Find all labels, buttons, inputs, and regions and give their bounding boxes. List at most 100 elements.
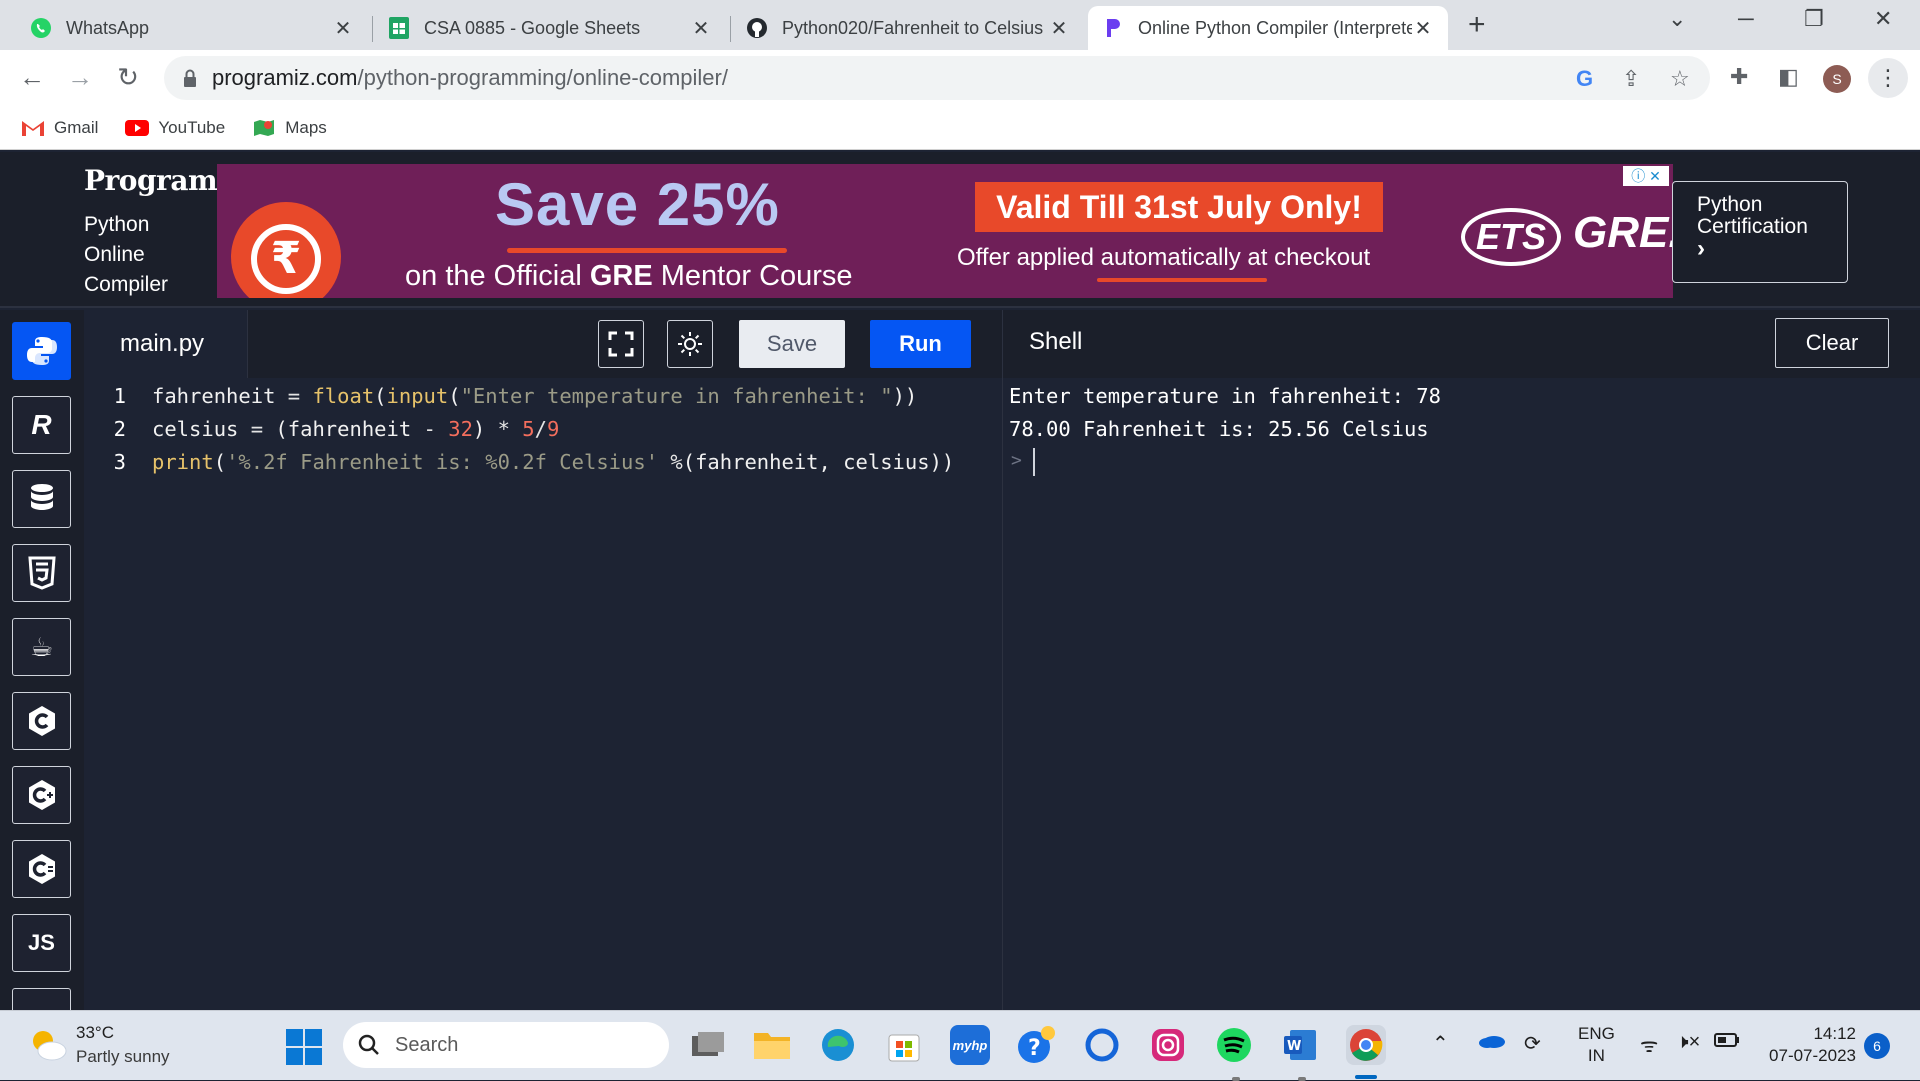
page-subtitle: Python Online Compiler	[84, 210, 168, 300]
theme-toggle-button[interactable]	[667, 320, 713, 368]
browser-tab-bar: WhatsApp ✕ CSA 0885 - Google Sheets ✕ Py…	[0, 0, 1920, 50]
spotify-icon[interactable]	[1214, 1025, 1254, 1065]
profile-avatar[interactable]: S	[1823, 65, 1851, 93]
word-icon[interactable]: W	[1280, 1025, 1320, 1065]
sidebar-item-js[interactable]: JS	[12, 914, 71, 972]
running-app-indicator	[1298, 1077, 1306, 1081]
shell-output-line: 78.00 Fahrenheit is: 25.56 Celsius	[1009, 417, 1429, 441]
svg-text:?: ?	[1028, 1036, 1041, 1061]
side-panel-icon[interactable]: ◧	[1778, 64, 1799, 90]
advertisement-banner[interactable]: ₹ Save 25% on the Official GRE Mentor Co…	[217, 164, 1673, 298]
taskbar-search[interactable]: Search	[343, 1022, 669, 1068]
battery-icon[interactable]	[1714, 1031, 1740, 1054]
chrome-icon[interactable]	[1346, 1025, 1386, 1065]
tab-google-sheets[interactable]: CSA 0885 - Google Sheets ✕	[374, 6, 726, 50]
google-icon[interactable]: G	[1576, 66, 1593, 92]
myhp-icon[interactable]: myhp	[950, 1025, 990, 1065]
whatsapp-icon	[30, 17, 52, 39]
windows-start-icon[interactable]	[286, 1029, 322, 1065]
cortana-icon[interactable]	[1082, 1025, 1122, 1065]
url-text: programiz.com/python-programming/online-…	[212, 65, 728, 91]
sidebar-item-r[interactable]: R	[12, 396, 71, 454]
address-bar[interactable]: programiz.com/python-programming/online-…	[164, 56, 1710, 100]
language-code: ENG	[1578, 1024, 1615, 1043]
weather-temperature[interactable]: 33°C	[76, 1023, 114, 1043]
running-app-indicator	[1232, 1077, 1240, 1081]
share-icon[interactable]: ⇪	[1622, 66, 1640, 92]
show-hidden-icons-chevron-icon[interactable]: ⌃	[1432, 1031, 1449, 1056]
minimize-button[interactable]: ─	[1738, 6, 1754, 32]
ad-subline: on the Official GRE Mentor Course	[405, 260, 853, 293]
input-language[interactable]: ENG IN	[1578, 1023, 1615, 1067]
partly-sunny-icon[interactable]	[28, 1027, 68, 1063]
sidebar-item-python[interactable]	[12, 322, 71, 380]
shell-output[interactable]: Enter temperature in fahrenheit: 78 78.0…	[1002, 378, 1920, 1010]
fullscreen-button[interactable]	[598, 320, 644, 368]
tab-programiz[interactable]: Online Python Compiler (Interpreter) ✕	[1088, 6, 1448, 50]
file-tab-main[interactable]: main.py	[84, 310, 248, 378]
ad-close-icon[interactable]: ⓘ ✕	[1623, 166, 1669, 186]
ets-logo: ETS	[1461, 208, 1561, 266]
tab-separator	[372, 16, 373, 42]
tab-search-icon[interactable]: ⌄	[1668, 6, 1686, 32]
browser-menu-icon[interactable]: ⋮	[1868, 58, 1908, 98]
get-help-icon[interactable]: ?	[1016, 1025, 1056, 1065]
onedrive-icon[interactable]	[1478, 1031, 1506, 1055]
tab-title: CSA 0885 - Google Sheets	[424, 17, 641, 38]
file-explorer-icon[interactable]	[752, 1025, 792, 1065]
save-button[interactable]: Save	[739, 320, 845, 368]
edge-icon[interactable]	[818, 1025, 858, 1065]
browser-toolbar: ← → ↻ programiz.com/python-programming/o…	[0, 50, 1920, 106]
sync-icon[interactable]: ⟳	[1524, 1031, 1541, 1056]
sidebar-item-cpp[interactable]	[12, 766, 71, 824]
instagram-icon[interactable]	[1148, 1025, 1188, 1065]
close-window-button[interactable]: ✕	[1874, 6, 1892, 32]
code-editor[interactable]: 1 fahrenheit = float(input("Enter tempera…	[84, 378, 1002, 1010]
microsoft-store-icon[interactable]	[884, 1025, 924, 1065]
close-tab-icon[interactable]: ✕	[1412, 16, 1434, 41]
rupee-icon: ₹	[251, 224, 321, 294]
run-button[interactable]: Run	[870, 320, 971, 368]
close-tab-icon[interactable]: ✕	[1048, 16, 1070, 41]
python-certification-link[interactable]: Python Certification ›	[1672, 181, 1848, 283]
weather-description[interactable]: Partly sunny	[76, 1047, 170, 1067]
region-code: IN	[1587, 1046, 1605, 1065]
ad-offer-text: Offer applied automatically at checkout	[957, 244, 1371, 271]
volume-muted-icon[interactable]: 🕨×	[1676, 1031, 1700, 1054]
code-text: fahrenheit = float(input("Enter temperat…	[152, 384, 918, 408]
bookmark-label: Maps	[285, 117, 327, 137]
tab-whatsapp[interactable]: WhatsApp ✕	[16, 6, 368, 50]
system-clock[interactable]: 14:12 07-07-2023	[1758, 1023, 1856, 1067]
new-tab-button[interactable]: +	[1468, 8, 1486, 42]
extensions-icon[interactable]: ✚	[1730, 64, 1748, 90]
java-icon: ☕	[29, 632, 54, 662]
clear-button[interactable]: Clear	[1775, 318, 1889, 368]
shell-output-line: Enter temperature in fahrenheit: 78	[1009, 384, 1441, 408]
sidebar-item-sql[interactable]	[12, 470, 71, 528]
tab-github[interactable]: Python020/Fahrenheit to Celsius ✕	[732, 6, 1084, 50]
notification-badge[interactable]: 6	[1864, 1033, 1890, 1059]
sidebar-item-c[interactable]	[12, 692, 71, 750]
windows-taskbar: 33°C Partly sunny Search myhp ? W ⌃ ⟳ EN…	[0, 1010, 1920, 1081]
back-button[interactable]: ←	[16, 62, 48, 93]
bookmark-maps[interactable]: Maps	[251, 118, 327, 138]
bookmark-star-icon[interactable]: ☆	[1670, 66, 1690, 92]
close-tab-icon[interactable]: ✕	[332, 16, 354, 41]
sidebar-item-java[interactable]: ☕	[12, 618, 71, 676]
wifi-icon[interactable]: ᯤ	[1640, 1031, 1658, 1058]
bookmark-gmail[interactable]: Gmail	[20, 118, 98, 138]
task-view-icon[interactable]	[688, 1025, 728, 1065]
ad-underline	[507, 248, 787, 253]
sidebar-item-html[interactable]	[12, 544, 71, 602]
reload-button[interactable]: ↻	[112, 62, 144, 93]
close-tab-icon[interactable]: ✕	[690, 16, 712, 41]
forward-button[interactable]: →	[64, 62, 96, 93]
restore-button[interactable]: ❐	[1804, 6, 1824, 32]
bookmark-youtube[interactable]: YouTube	[124, 118, 225, 138]
line-number: 1	[113, 384, 126, 408]
html5-icon	[27, 556, 56, 590]
sidebar-item-more[interactable]	[12, 988, 71, 1010]
text-cursor	[1033, 448, 1035, 476]
line-number: 2	[113, 417, 126, 441]
sidebar-item-csharp[interactable]	[12, 840, 71, 898]
